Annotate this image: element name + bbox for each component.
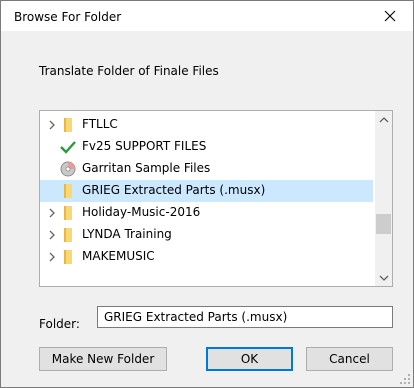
chevron-right-icon[interactable] xyxy=(46,246,58,268)
folder-tree[interactable]: FTLLC Fv25 SUPPORT FILES Garritan Sample… xyxy=(39,110,393,287)
folder-input[interactable]: GRIEG Extracted Parts (.musx) xyxy=(97,306,393,328)
scroll-thumb[interactable] xyxy=(376,214,391,234)
title-bar: Browse For Folder xyxy=(1,1,413,31)
tree-item[interactable]: LYNDA Training xyxy=(40,224,373,246)
window-title: Browse For Folder xyxy=(14,10,122,24)
tree-item[interactable]: Garritan Sample Files xyxy=(40,158,373,180)
close-icon xyxy=(384,10,396,22)
cancel-button[interactable]: Cancel xyxy=(306,347,393,371)
folder-icon xyxy=(60,202,76,224)
make-new-folder-button[interactable]: Make New Folder xyxy=(39,347,167,371)
tree-item-label: LYNDA Training xyxy=(82,227,172,241)
browse-for-folder-dialog: Browse For Folder Translate Folder of Fi… xyxy=(0,0,414,388)
close-button[interactable] xyxy=(367,1,413,31)
ok-button[interactable]: OK xyxy=(206,347,293,371)
chevron-right-icon[interactable] xyxy=(46,202,58,224)
tree-item-label: Holiday-Music-2016 xyxy=(82,205,201,219)
tree-item[interactable]: Holiday-Music-2016 xyxy=(40,202,373,224)
tree-item-label: Garritan Sample Files xyxy=(82,161,211,175)
scroll-up-button[interactable] xyxy=(375,111,392,128)
disc-icon xyxy=(60,158,76,180)
chevron-down-icon xyxy=(379,275,388,281)
scroll-down-button[interactable] xyxy=(375,269,392,286)
folder-icon xyxy=(60,224,76,246)
tree-item-label: Fv25 SUPPORT FILES xyxy=(82,139,207,153)
folder-field-label: Folder: xyxy=(39,317,80,331)
folder-icon xyxy=(60,180,76,202)
tree-item-selected[interactable]: GRIEG Extracted Parts (.musx) xyxy=(40,180,373,202)
tree-item-label: GRIEG Extracted Parts (.musx) xyxy=(82,183,266,197)
chevron-up-icon xyxy=(379,116,388,122)
instruction-text: Translate Folder of Finale Files xyxy=(39,64,219,78)
tree-item[interactable]: FTLLC xyxy=(40,114,373,136)
tree-item-label: MAKEMUSIC xyxy=(82,249,155,263)
vertical-scrollbar[interactable] xyxy=(375,111,392,286)
chevron-right-icon[interactable] xyxy=(46,114,58,136)
tree-item[interactable]: MAKEMUSIC xyxy=(40,246,373,268)
tree-item[interactable]: Fv25 SUPPORT FILES xyxy=(40,136,373,158)
checkmark-icon xyxy=(60,136,76,158)
resize-grip-icon[interactable] xyxy=(399,373,411,385)
folder-icon xyxy=(60,114,76,136)
folder-icon xyxy=(60,246,76,268)
chevron-right-icon[interactable] xyxy=(46,224,58,246)
tree-item-label: FTLLC xyxy=(82,117,118,131)
